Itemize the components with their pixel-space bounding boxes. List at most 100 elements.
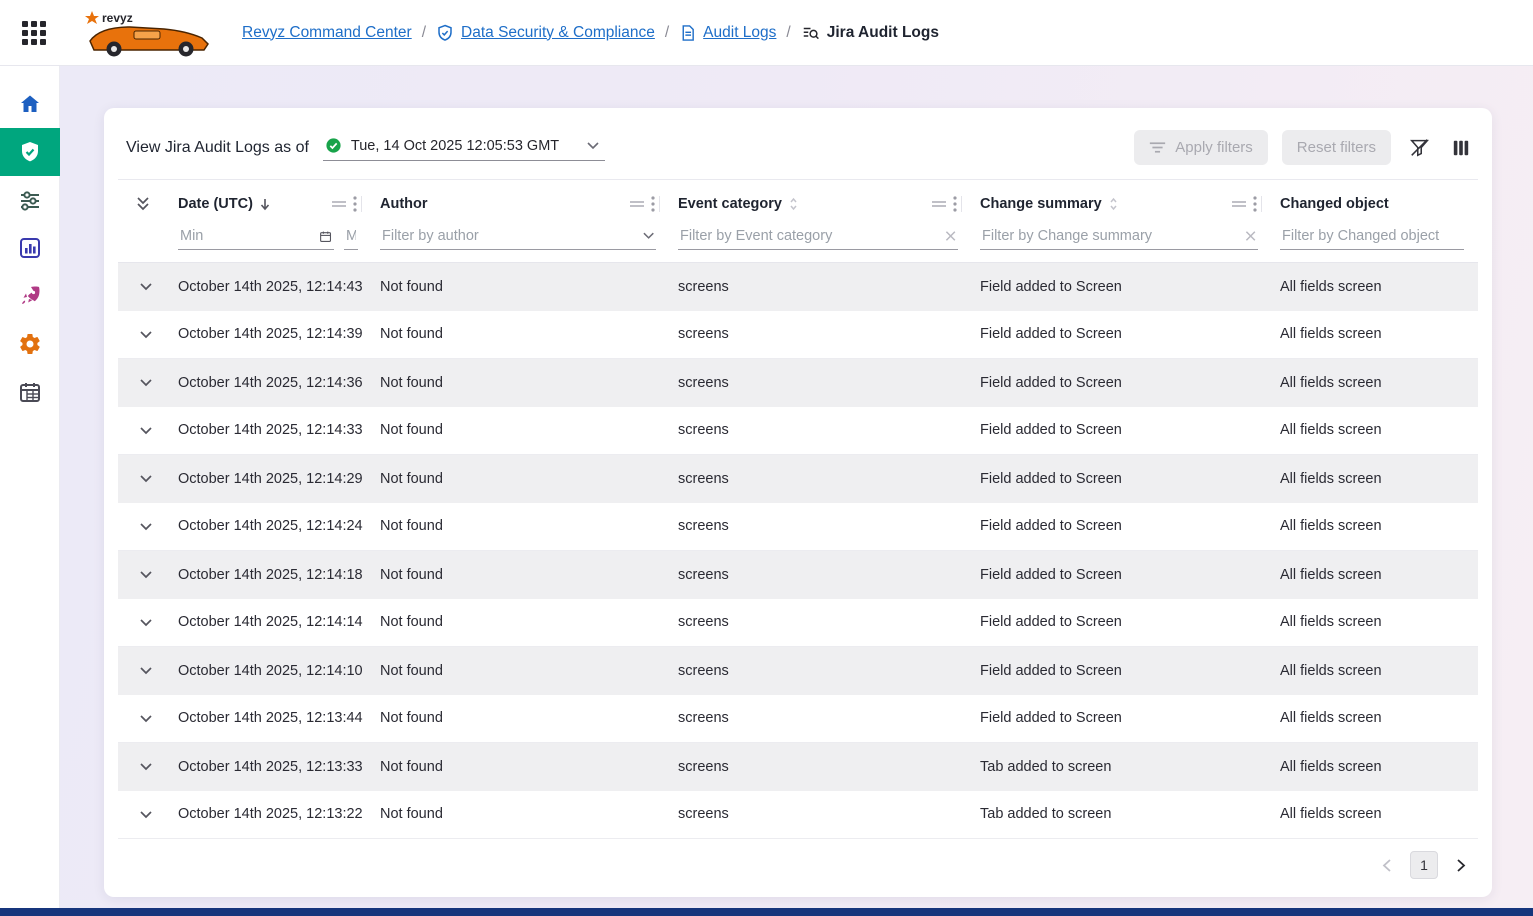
table-row[interactable]: October 14th 2025, 12:14:10 Not found sc… — [118, 647, 1478, 695]
cell-author: Not found — [372, 311, 670, 359]
card-title: View Jira Audit Logs as of — [126, 139, 309, 157]
document-icon — [679, 24, 696, 42]
sidebar-item-schedule[interactable] — [0, 368, 60, 416]
column-header-author[interactable]: Author — [380, 196, 428, 212]
as-of-timestamp-select[interactable]: Tue, 14 Oct 2025 12:05:53 GMT — [323, 134, 605, 161]
reset-filters-button[interactable]: Reset filters — [1282, 130, 1391, 165]
date-min-input[interactable] — [180, 228, 313, 244]
chevron-down-icon — [139, 570, 153, 579]
column-menu-icon[interactable] — [651, 196, 655, 212]
cell-changed-object: All fields screen — [1272, 407, 1478, 455]
author-filter-input[interactable] — [382, 228, 637, 244]
table-row[interactable]: October 14th 2025, 12:14:36 Not found sc… — [118, 359, 1478, 407]
column-menu-icon[interactable] — [953, 196, 957, 212]
table-row[interactable]: October 14th 2025, 12:13:44 Not found sc… — [118, 695, 1478, 743]
chevron-right-icon — [1456, 858, 1466, 873]
column-header-change-summary[interactable]: Change summary — [980, 196, 1102, 212]
table-row[interactable]: October 14th 2025, 12:14:29 Not found sc… — [118, 455, 1478, 503]
apply-filters-button[interactable]: Apply filters — [1134, 130, 1268, 165]
cell-change-summary: Field added to Screen — [972, 599, 1272, 647]
calendar-picker-icon[interactable] — [319, 229, 332, 244]
changed-object-filter-input[interactable] — [1282, 228, 1462, 244]
sidebar-item-home[interactable] — [0, 80, 60, 128]
expand-row-button[interactable] — [135, 614, 157, 631]
expand-row-button[interactable] — [135, 758, 157, 775]
cell-change-summary: Field added to Screen — [972, 455, 1272, 503]
event-category-filter-input[interactable] — [680, 228, 939, 244]
event-category-filter[interactable] — [678, 225, 958, 250]
date-max-input[interactable] — [346, 228, 356, 244]
changed-object-filter[interactable] — [1280, 225, 1464, 250]
cell-changed-object: All fields screen — [1272, 503, 1478, 551]
column-filter-icon[interactable] — [629, 199, 645, 209]
sort-desc-icon[interactable] — [259, 197, 271, 211]
expand-row-button[interactable] — [135, 374, 157, 391]
expand-row-button[interactable] — [135, 566, 157, 583]
shield-icon — [18, 140, 42, 164]
clear-icon[interactable] — [945, 230, 956, 242]
prev-page-button[interactable] — [1380, 856, 1394, 875]
change-summary-filter-input[interactable] — [982, 228, 1239, 244]
table-row[interactable]: October 14th 2025, 12:14:24 Not found sc… — [118, 503, 1478, 551]
date-max-filter[interactable] — [344, 225, 358, 250]
breadcrumb-audit-logs[interactable]: Audit Logs — [679, 24, 776, 42]
expand-row-button[interactable] — [135, 470, 157, 487]
sidebar-item-launch[interactable] — [0, 272, 60, 320]
table-row[interactable]: October 14th 2025, 12:13:33 Not found sc… — [118, 743, 1478, 791]
sidebar-item-configuration[interactable] — [0, 320, 60, 368]
breadcrumb-separator: / — [422, 24, 426, 42]
author-filter[interactable] — [380, 225, 656, 250]
chevron-down-icon — [139, 378, 153, 387]
table-row[interactable]: October 14th 2025, 12:14:33 Not found sc… — [118, 407, 1478, 455]
sidebar-item-settings-sliders[interactable] — [0, 176, 60, 224]
column-menu-icon[interactable] — [1253, 196, 1257, 212]
page-number[interactable]: 1 — [1410, 851, 1438, 879]
clear-all-filters-button[interactable] — [1405, 134, 1434, 161]
app-launcher-icon[interactable] — [18, 17, 50, 49]
expand-all-button[interactable] — [132, 192, 154, 215]
column-header-date[interactable]: Date (UTC) — [178, 196, 253, 212]
clear-icon[interactable] — [1245, 230, 1256, 242]
expand-row-button[interactable] — [135, 662, 157, 679]
main-content: View Jira Audit Logs as of Tue, 14 Oct 2… — [60, 66, 1533, 908]
table-row[interactable]: October 14th 2025, 12:13:22 Not found sc… — [118, 791, 1478, 839]
table-body: October 14th 2025, 12:14:43 Not found sc… — [118, 263, 1478, 839]
sort-both-icon[interactable] — [788, 197, 799, 211]
expand-row-button[interactable] — [135, 326, 157, 343]
sort-both-icon[interactable] — [1108, 197, 1119, 211]
sliders-icon — [18, 188, 42, 212]
column-filter-icon[interactable] — [331, 199, 347, 209]
expand-row-button[interactable] — [135, 518, 157, 535]
breadcrumb-separator: / — [786, 24, 790, 42]
column-header-changed-object[interactable]: Changed object — [1280, 196, 1389, 212]
sidebar-item-reports[interactable] — [0, 224, 60, 272]
date-min-filter[interactable] — [178, 225, 334, 250]
chevron-down-icon[interactable] — [643, 232, 654, 240]
table-row[interactable]: October 14th 2025, 12:14:43 Not found sc… — [118, 263, 1478, 311]
expand-row-button[interactable] — [135, 710, 157, 727]
table-row[interactable]: October 14th 2025, 12:14:39 Not found sc… — [118, 311, 1478, 359]
breadcrumb-command-center[interactable]: Revyz Command Center — [242, 24, 412, 42]
columns-icon — [1452, 139, 1470, 157]
sidebar-item-security[interactable] — [0, 128, 60, 176]
expand-row-button[interactable] — [135, 806, 157, 823]
revyz-logo[interactable]: revyz — [82, 9, 214, 57]
column-filter-icon[interactable] — [1231, 199, 1247, 209]
change-summary-filter[interactable] — [980, 225, 1258, 250]
breadcrumb-label: Audit Logs — [703, 24, 776, 42]
column-settings-button[interactable] — [1448, 135, 1474, 161]
column-filter-icon[interactable] — [931, 199, 947, 209]
cell-changed-object: All fields screen — [1272, 359, 1478, 407]
breadcrumb-data-security[interactable]: Data Security & Compliance — [436, 24, 655, 42]
column-menu-icon[interactable] — [353, 196, 357, 212]
expand-row-button[interactable] — [135, 422, 157, 439]
next-page-button[interactable] — [1454, 856, 1468, 875]
table-row[interactable]: October 14th 2025, 12:14:18 Not found sc… — [118, 551, 1478, 599]
breadcrumb-label: Data Security & Compliance — [461, 24, 655, 42]
chevron-down-icon — [139, 810, 153, 819]
expand-row-button[interactable] — [135, 278, 157, 295]
cell-event-category: screens — [670, 359, 972, 407]
table-row[interactable]: October 14th 2025, 12:14:14 Not found sc… — [118, 599, 1478, 647]
column-header-event-category[interactable]: Event category — [678, 196, 782, 212]
bottom-edge-bar — [0, 908, 1533, 916]
